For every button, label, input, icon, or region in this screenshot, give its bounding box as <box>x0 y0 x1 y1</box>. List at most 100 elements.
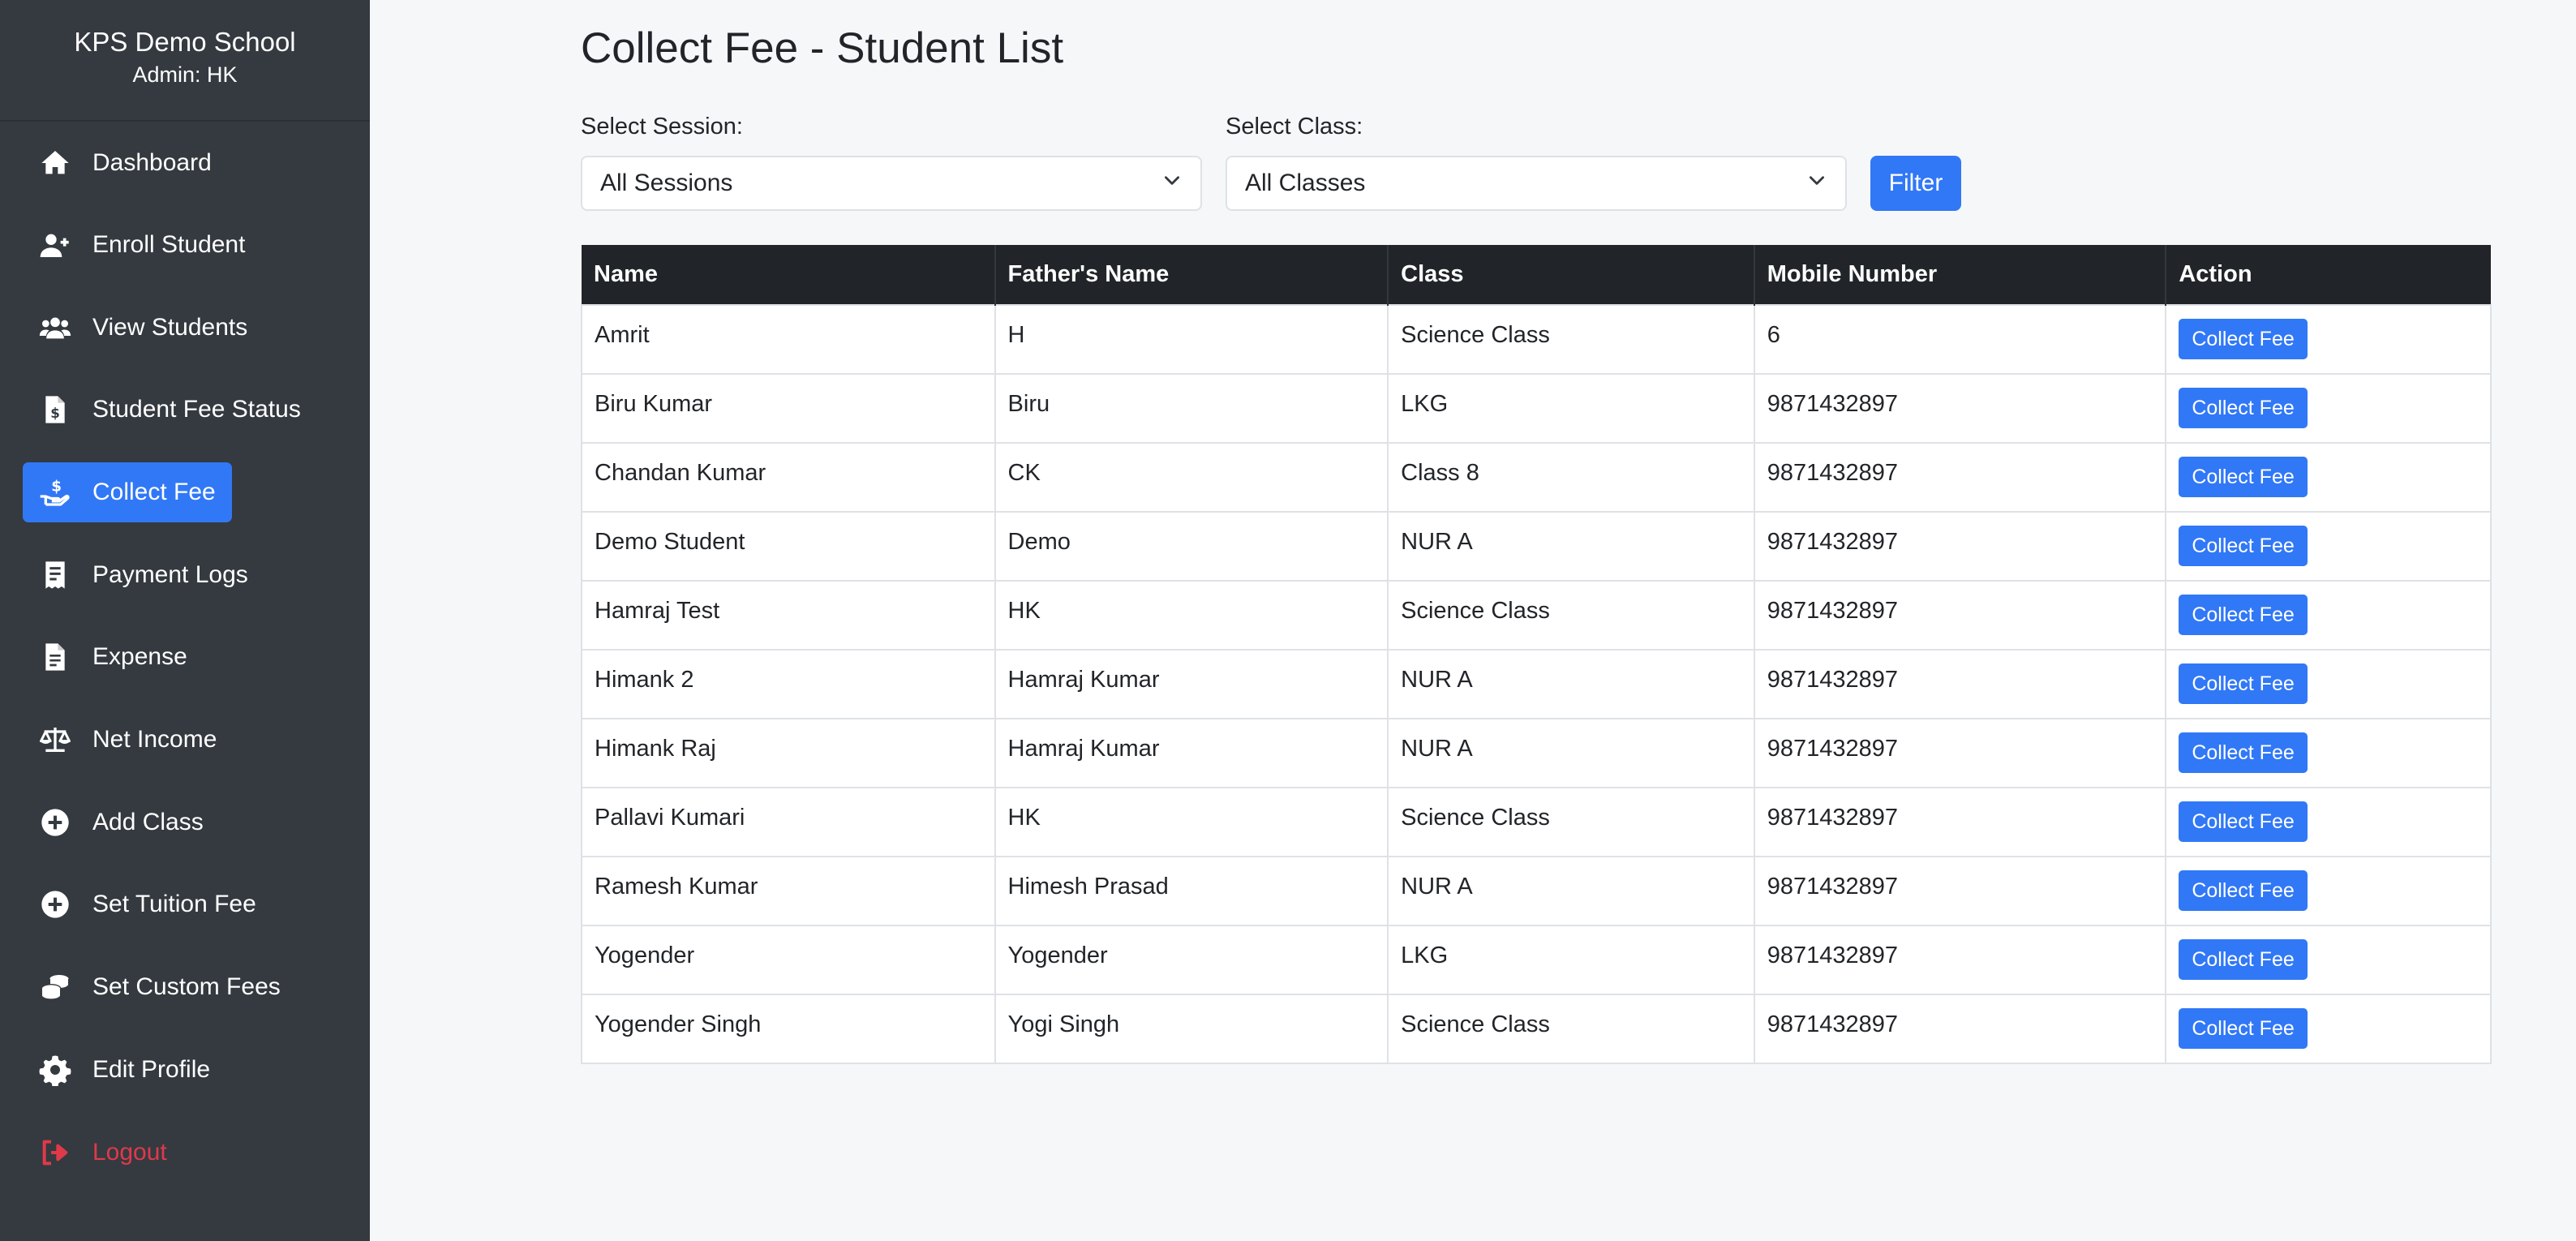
home-icon <box>39 147 71 179</box>
table-row: Pallavi Kumari HK Science Class 9871432897 C… <box>581 787 2492 857</box>
table-row: Demo Student Demo NUR A 9871432897 Collect F… <box>581 511 2492 582</box>
sidebar: KPS Demo School Admin: HK Dashboard Enrol… <box>0 0 370 1241</box>
sidebar-item-label: Add Class <box>92 809 204 835</box>
sidebar-item-add-class[interactable]: Add Class <box>23 792 220 852</box>
collect-fee-button[interactable]: Collect Fee <box>2179 526 2308 566</box>
collect-fee-button[interactable]: Collect Fee <box>2179 1008 2308 1049</box>
cell-father-name: Hamraj Kumar <box>994 718 1389 788</box>
cell-class: Science Class <box>1387 580 1755 651</box>
class-select[interactable]: All Classes <box>1226 156 1847 211</box>
plus-circle-icon <box>39 806 71 839</box>
header-father-name: Father's Name <box>994 245 1389 305</box>
sidebar-item-label: Net Income <box>92 726 217 753</box>
cell-mobile-number: 9871432897 <box>1753 580 2167 651</box>
cell-mobile-number: 9871432897 <box>1753 511 2167 582</box>
gear-icon <box>39 1054 71 1086</box>
cell-action: Collect Fee <box>2165 856 2492 926</box>
file-invoice-icon <box>39 641 71 673</box>
cell-father-name: HK <box>994 580 1389 651</box>
hand-holding-dollar-icon: $ <box>39 476 71 509</box>
cell-action: Collect Fee <box>2165 925 2492 995</box>
sidebar-item-label: Payment Logs <box>92 561 248 588</box>
sidebar-item-label: Edit Profile <box>92 1056 211 1083</box>
table-row: Yogender Singh Yogi Singh Science Class 987… <box>581 994 2492 1064</box>
file-dollar-icon: $ <box>39 393 71 426</box>
collect-fee-button[interactable]: Collect Fee <box>2179 457 2308 497</box>
cell-name: Hamraj Test <box>581 580 996 651</box>
sidebar-item-view-students[interactable]: View Students <box>23 298 264 358</box>
sidebar-item-logout[interactable]: Logout <box>23 1123 183 1183</box>
cell-mobile-number: 9871432897 <box>1753 442 2167 513</box>
cell-action: Collect Fee <box>2165 511 2492 582</box>
table-row: Chandan Kumar CK Class 8 9871432897 Collect … <box>581 442 2492 513</box>
table-header-row: Name Father's Name Class Mobile Number A… <box>582 245 2491 305</box>
header-class: Class <box>1387 245 1754 305</box>
cell-name: Himank Raj <box>581 718 996 788</box>
sidebar-item-label: Set Tuition Fee <box>92 891 256 917</box>
cell-name: Biru Kumar <box>581 373 996 444</box>
sidebar-item-dashboard[interactable]: Dashboard <box>23 133 228 193</box>
sidebar-item-enroll-student[interactable]: Enroll Student <box>23 215 261 275</box>
cell-name: Amrit <box>581 304 996 375</box>
cell-class: LKG <box>1387 373 1755 444</box>
cell-mobile-number: 9871432897 <box>1753 373 2167 444</box>
cell-class: NUR A <box>1387 856 1755 926</box>
session-select-value: All Sessions <box>600 170 733 196</box>
collect-fee-button[interactable]: Collect Fee <box>2179 732 2308 773</box>
sidebar-item-payment-logs[interactable]: Payment Logs <box>23 545 264 605</box>
sidebar-item-expense[interactable]: Expense <box>23 627 204 687</box>
sidebar-item-set-custom-fees[interactable]: Set Custom Fees <box>23 957 297 1017</box>
cell-name: Himank 2 <box>581 649 996 719</box>
collect-fee-button[interactable]: Collect Fee <box>2179 319 2308 359</box>
cell-mobile-number: 9871432897 <box>1753 718 2167 788</box>
class-label: Select Class: <box>1226 114 1363 140</box>
cell-name: Ramesh Kumar <box>581 856 996 926</box>
cell-action: Collect Fee <box>2165 787 2492 857</box>
cell-action: Collect Fee <box>2165 994 2492 1064</box>
cell-class: Class 8 <box>1387 442 1755 513</box>
cell-father-name: Yogender <box>994 925 1389 995</box>
collect-fee-button[interactable]: Collect Fee <box>2179 663 2308 704</box>
sidebar-item-set-tuition-fee[interactable]: Set Tuition Fee <box>23 874 273 934</box>
table-row: Amrit H Science Class 6 Collect Fee <box>581 304 2492 375</box>
sidebar-item-label: Set Custom Fees <box>92 973 281 1000</box>
cell-class: LKG <box>1387 925 1755 995</box>
student-table: Name Father's Name Class Mobile Number A… <box>581 245 2492 1064</box>
cell-mobile-number: 9871432897 <box>1753 649 2167 719</box>
table-row: Himank Raj Hamraj Kumar NUR A 9871432897 Col… <box>581 718 2492 788</box>
sidebar-item-net-income[interactable]: Net Income <box>23 710 233 770</box>
collect-fee-button[interactable]: Collect Fee <box>2179 388 2308 428</box>
cell-class: Science Class <box>1387 994 1755 1064</box>
sidebar-item-label: Expense <box>92 643 187 670</box>
sign-out-icon <box>39 1136 71 1169</box>
cell-father-name: H <box>994 304 1389 375</box>
table-row: Ramesh Kumar Himesh Prasad NUR A 9871432897… <box>581 856 2492 926</box>
sidebar-item-edit-profile[interactable]: Edit Profile <box>23 1040 226 1100</box>
collect-fee-button[interactable]: Collect Fee <box>2179 595 2308 635</box>
cell-father-name: HK <box>994 787 1389 857</box>
collect-fee-button[interactable]: Collect Fee <box>2179 801 2308 842</box>
cell-action: Collect Fee <box>2165 718 2492 788</box>
cell-name: Yogender Singh <box>581 994 996 1064</box>
users-icon <box>39 311 71 344</box>
cell-class: NUR A <box>1387 511 1755 582</box>
admin-label: Admin: HK <box>132 62 238 87</box>
collect-fee-button[interactable]: Collect Fee <box>2179 939 2308 980</box>
sidebar-brand: KPS Demo School Admin: HK <box>0 0 370 122</box>
sidebar-item-student-fee-status[interactable]: $ Student Fee Status <box>23 380 317 440</box>
receipt-icon <box>39 559 71 591</box>
cell-father-name: CK <box>994 442 1389 513</box>
filter-button[interactable]: Filter <box>1870 156 1961 211</box>
sidebar-item-collect-fee[interactable]: $ Collect Fee <box>23 462 232 522</box>
cell-class: NUR A <box>1387 718 1755 788</box>
table-row: Yogender Yogender LKG 9871432897 Collect Fee <box>581 925 2492 995</box>
sidebar-item-label: Logout <box>92 1139 167 1166</box>
cell-mobile-number: 9871432897 <box>1753 925 2167 995</box>
cell-class: NUR A <box>1387 649 1755 719</box>
header-mobile-number: Mobile Number <box>1753 245 2166 305</box>
cell-action: Collect Fee <box>2165 442 2492 513</box>
cell-name: Chandan Kumar <box>581 442 996 513</box>
user-plus-icon <box>39 229 71 261</box>
collect-fee-button[interactable]: Collect Fee <box>2179 870 2308 911</box>
session-select[interactable]: All Sessions <box>581 156 1202 211</box>
